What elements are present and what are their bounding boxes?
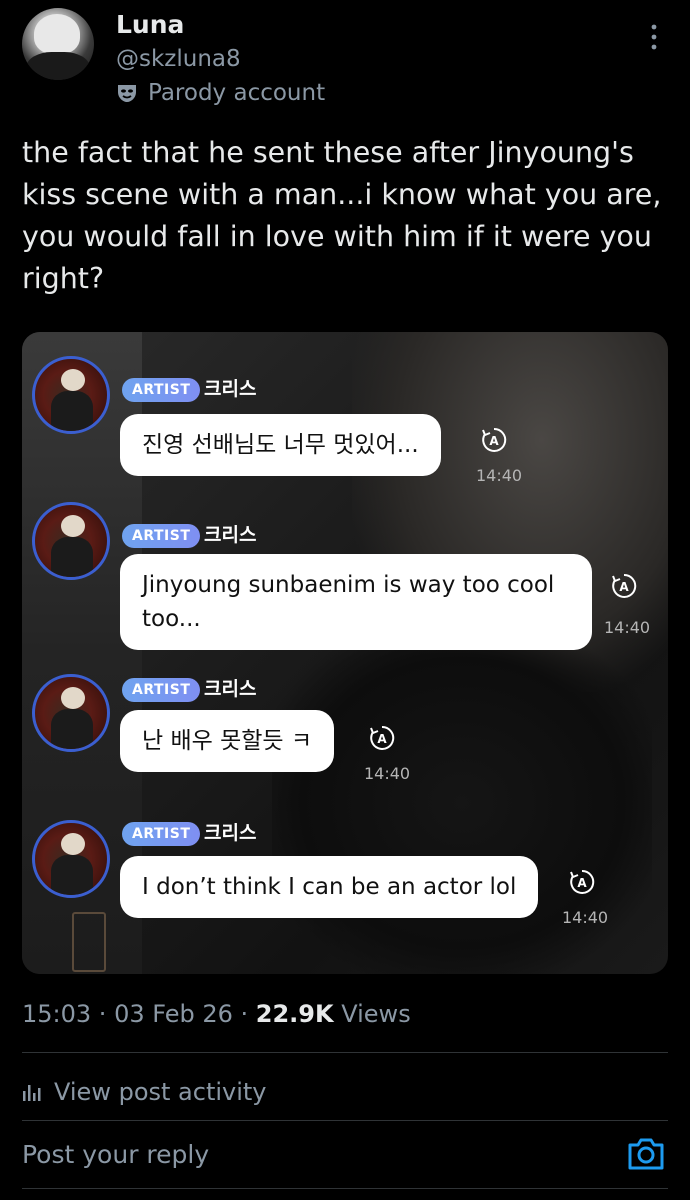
message-bubble: I don’t think I can be an actor lol: [120, 856, 539, 918]
artist-avatar: [32, 502, 110, 580]
view-post-activity-label: View post activity: [54, 1078, 267, 1106]
artist-avatar: [32, 820, 110, 898]
camera-icon[interactable]: [626, 1136, 666, 1172]
svg-text:A: A: [489, 434, 499, 448]
message-bubble: 진영 선배님도 너무 멋있어...: [120, 414, 441, 476]
views-label: Views: [341, 1000, 411, 1028]
meta-separator: ·: [91, 1000, 115, 1028]
more-options-icon[interactable]: [646, 22, 662, 52]
svg-text:A: A: [577, 876, 587, 890]
view-post-activity-link[interactable]: View post activity: [22, 1078, 267, 1106]
parody-label-text: Parody account: [148, 80, 326, 106]
message-time: 14:40: [604, 618, 651, 637]
views-count: 22.9K: [255, 1000, 334, 1028]
svg-text:A: A: [377, 732, 387, 746]
translate-icon[interactable]: A: [368, 724, 396, 752]
reply-input[interactable]: Post your reply: [22, 1140, 209, 1169]
author-name[interactable]: Luna: [116, 10, 184, 39]
parody-label: Parody account: [116, 80, 325, 106]
artist-name: 크리스: [204, 678, 257, 700]
message-time: 14:40: [364, 764, 411, 783]
svg-text:A: A: [619, 580, 629, 594]
artist-avatar: [32, 674, 110, 752]
meta-separator: ·: [232, 1000, 256, 1028]
profile-avatar[interactable]: [22, 8, 94, 80]
author-handle[interactable]: @skzluna8: [116, 46, 241, 72]
mask-icon: [118, 85, 136, 102]
message-time: 14:40: [562, 908, 609, 927]
avatar-body: [26, 52, 90, 80]
message-bubble: 난 배우 못할듯 ㅋ: [120, 710, 335, 772]
avatar-hair: [34, 14, 80, 54]
post-metadata: 15:03 · 03 Feb 26 · 22.9K Views: [22, 1000, 411, 1028]
translate-icon[interactable]: A: [568, 868, 596, 896]
translate-icon[interactable]: A: [480, 426, 508, 454]
translate-icon[interactable]: A: [610, 572, 638, 600]
message-bubble: Jinyoung sunbaenim is way too cool too..…: [120, 554, 592, 650]
artist-avatar: [32, 356, 110, 434]
post-date: 03 Feb 26: [114, 1000, 233, 1028]
artist-badge: ARTIST: [122, 524, 201, 548]
artist-badge: ARTIST: [122, 378, 201, 402]
divider: [22, 1188, 668, 1189]
message-time: 14:40: [476, 466, 523, 485]
post-header: Luna @skzluna8 Parody account: [0, 0, 690, 120]
tweet-text: the fact that he sent these after Jinyou…: [22, 136, 662, 295]
divider: [22, 1120, 668, 1121]
artist-name: 크리스: [204, 378, 257, 400]
artist-badge: ARTIST: [122, 822, 201, 846]
artist-name: 크리스: [204, 524, 257, 546]
divider: [22, 1052, 668, 1053]
bar-chart-icon: [23, 1085, 41, 1101]
image-sign: [72, 912, 106, 972]
artist-badge: ARTIST: [122, 678, 201, 702]
artist-name: 크리스: [204, 822, 257, 844]
post-time: 15:03: [22, 1000, 92, 1028]
attached-image[interactable]: ARTIST 크리스 진영 선배님도 너무 멋있어... A 14:40 ART…: [22, 332, 668, 974]
